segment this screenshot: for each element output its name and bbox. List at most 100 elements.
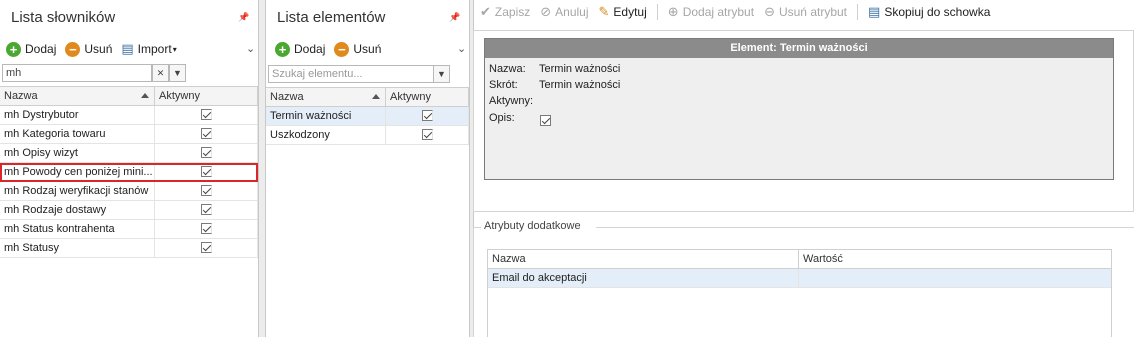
plus-circle-icon: ⊕ [667,4,679,19]
pin-icon[interactable]: 📌 [238,12,249,23]
row-name-cell: mh Status kontrahenta [0,220,155,238]
table-row[interactable]: Termin ważności [266,107,469,126]
attributes-group-title: Atrybuty dodatkowe [484,220,581,232]
element-actions-toolbar: ✔ Zapisz ⊘ Anuluj ✎ Edytuj ⊕ Dodaj atryb… [474,0,1134,24]
active-checkbox[interactable] [421,129,433,140]
elements-toolbar: + Dodaj − Usuń [275,39,390,59]
name-label: Nazwa: [489,63,526,75]
remove-dictionary-button[interactable]: − Usuń [65,41,113,57]
add-dictionary-button[interactable]: + Dodaj [6,41,56,57]
active-checkbox[interactable] [421,110,433,121]
active-checkbox[interactable] [200,204,212,215]
group-border [473,227,474,337]
row-active-cell [155,106,258,124]
remove-label: Usuń [84,42,113,56]
edit-button[interactable]: ✎ Edytuj [599,4,647,20]
dictionaries-panel: Lista słowników 📌 + Dodaj − Usuń ▤ Impor… [0,0,258,337]
row-name-cell: mh Opisy wizyt [0,144,155,162]
toolbar-divider [857,4,859,20]
table-row[interactable]: mh Status kontrahenta [0,220,258,239]
table-row[interactable]: mh Dystrybutor [0,106,258,125]
plus-icon: + [6,41,21,57]
row-active-cell [386,107,469,125]
table-row[interactable]: mh Kategoria towaru [0,125,258,144]
table-row[interactable]: mh Rodzaj weryfikacji stanów [0,182,258,201]
short-label: Skrót: [489,79,518,91]
active-checkbox[interactable] [200,242,212,253]
table-row[interactable]: mh Statusy [0,239,258,258]
active-checkbox [540,115,551,126]
row-active-cell [155,239,258,257]
dictionaries-grid: Nazwa Aktywny mh Dystrybutor mh Kategoria… [0,86,258,258]
group-border [596,227,1134,228]
column-active-header[interactable]: Aktywny [386,88,469,106]
table-row[interactable]: mh Rodzaje dostawy [0,201,258,220]
add-label: Dodaj [294,42,326,56]
elements-panel: Lista elementów 📌 + Dodaj − Usuń ⌄ Szuka… [266,0,469,337]
element-search-input[interactable]: Szukaj elementu... [268,65,434,83]
grid-header: Nazwa Aktywny [266,88,469,107]
table-row[interactable]: Email do akceptacji [488,269,1111,288]
splitter[interactable] [258,0,266,337]
row-name-cell: mh Statusy [0,239,155,257]
copy-to-clipboard-button[interactable]: ▤ Skopiuj do schowka [868,4,990,20]
chevron-down-icon[interactable]: ⌄ [246,42,255,55]
table-row[interactable]: mh Powody cen poniżej mini... [0,163,258,182]
column-name-header[interactable]: Nazwa [266,88,386,106]
clear-search-button[interactable]: ✕ [152,64,169,82]
active-checkbox[interactable] [200,166,212,177]
dictionary-search-input[interactable]: mh [2,64,152,82]
dictionaries-title: Lista słowników [11,9,116,26]
sort-ascending-icon [372,94,380,99]
row-name-cell: mh Dystrybutor [0,106,155,124]
row-name-cell: Email do akceptacji [488,269,799,287]
column-name-header[interactable]: Nazwa [0,87,155,105]
row-name-cell: mh Rodzaje dostawy [0,201,155,219]
row-active-cell [155,163,258,181]
row-active-cell [155,125,258,143]
row-active-cell [155,144,258,162]
pin-icon[interactable]: 📌 [449,12,460,23]
active-checkbox[interactable] [200,223,212,234]
active-checkbox[interactable] [200,147,212,158]
cancel-button[interactable]: ⊘ Anuluj [540,4,588,20]
element-detail-box: Element: Termin ważności Nazwa: Termin w… [484,38,1114,180]
row-name-cell: mh Kategoria towaru [0,125,155,143]
elements-title: Lista elementów [277,9,386,26]
element-detail-header: Element: Termin ważności [485,39,1113,58]
add-attribute-button[interactable]: ⊕ Dodaj atrybut [668,4,754,20]
toolbar-divider [656,4,658,20]
row-active-cell [386,126,469,144]
row-value-cell [799,269,1111,287]
table-row[interactable]: Uszkodzony [266,126,469,145]
remove-element-button[interactable]: − Usuń [334,41,381,57]
grid-header: Nazwa Aktywny [0,87,258,106]
cancel-icon: ⊘ [540,4,552,19]
column-value-header[interactable]: Wartość [799,250,1111,268]
table-row[interactable]: mh Opisy wizyt [0,144,258,163]
row-active-cell [155,201,258,219]
column-active-header[interactable]: Aktywny [155,87,258,105]
import-button[interactable]: ▤ Import ▾ [121,41,176,57]
active-checkbox[interactable] [200,185,212,196]
remove-attribute-button[interactable]: ⊖ Usuń atrybut [764,4,847,20]
checkmark-icon: ✔ [480,4,491,19]
minus-icon: − [334,41,350,57]
short-value: Termin ważności [539,79,621,91]
row-name-cell: mh Rodzaj weryfikacji stanów [0,182,155,200]
row-name-cell: Uszkodzony [266,126,386,144]
grid-header: Nazwa Wartość [488,250,1111,269]
column-name-header[interactable]: Nazwa [488,250,799,268]
plus-icon: + [275,41,290,57]
save-button[interactable]: ✔ Zapisz [480,4,530,20]
elements-grid: Nazwa Aktywny Termin ważności Uszkodzony [266,87,469,145]
active-checkbox[interactable] [200,128,212,139]
chevron-down-icon[interactable]: ⌄ [457,42,466,55]
sort-ascending-icon [141,93,149,98]
active-checkbox[interactable] [200,109,212,120]
search-dropdown-button[interactable]: ▼ [169,64,186,82]
description-label: Opis: [489,112,515,124]
import-label: Import [137,42,172,56]
search-dropdown-button[interactable]: ▼ [433,65,450,83]
add-element-button[interactable]: + Dodaj [275,41,326,57]
